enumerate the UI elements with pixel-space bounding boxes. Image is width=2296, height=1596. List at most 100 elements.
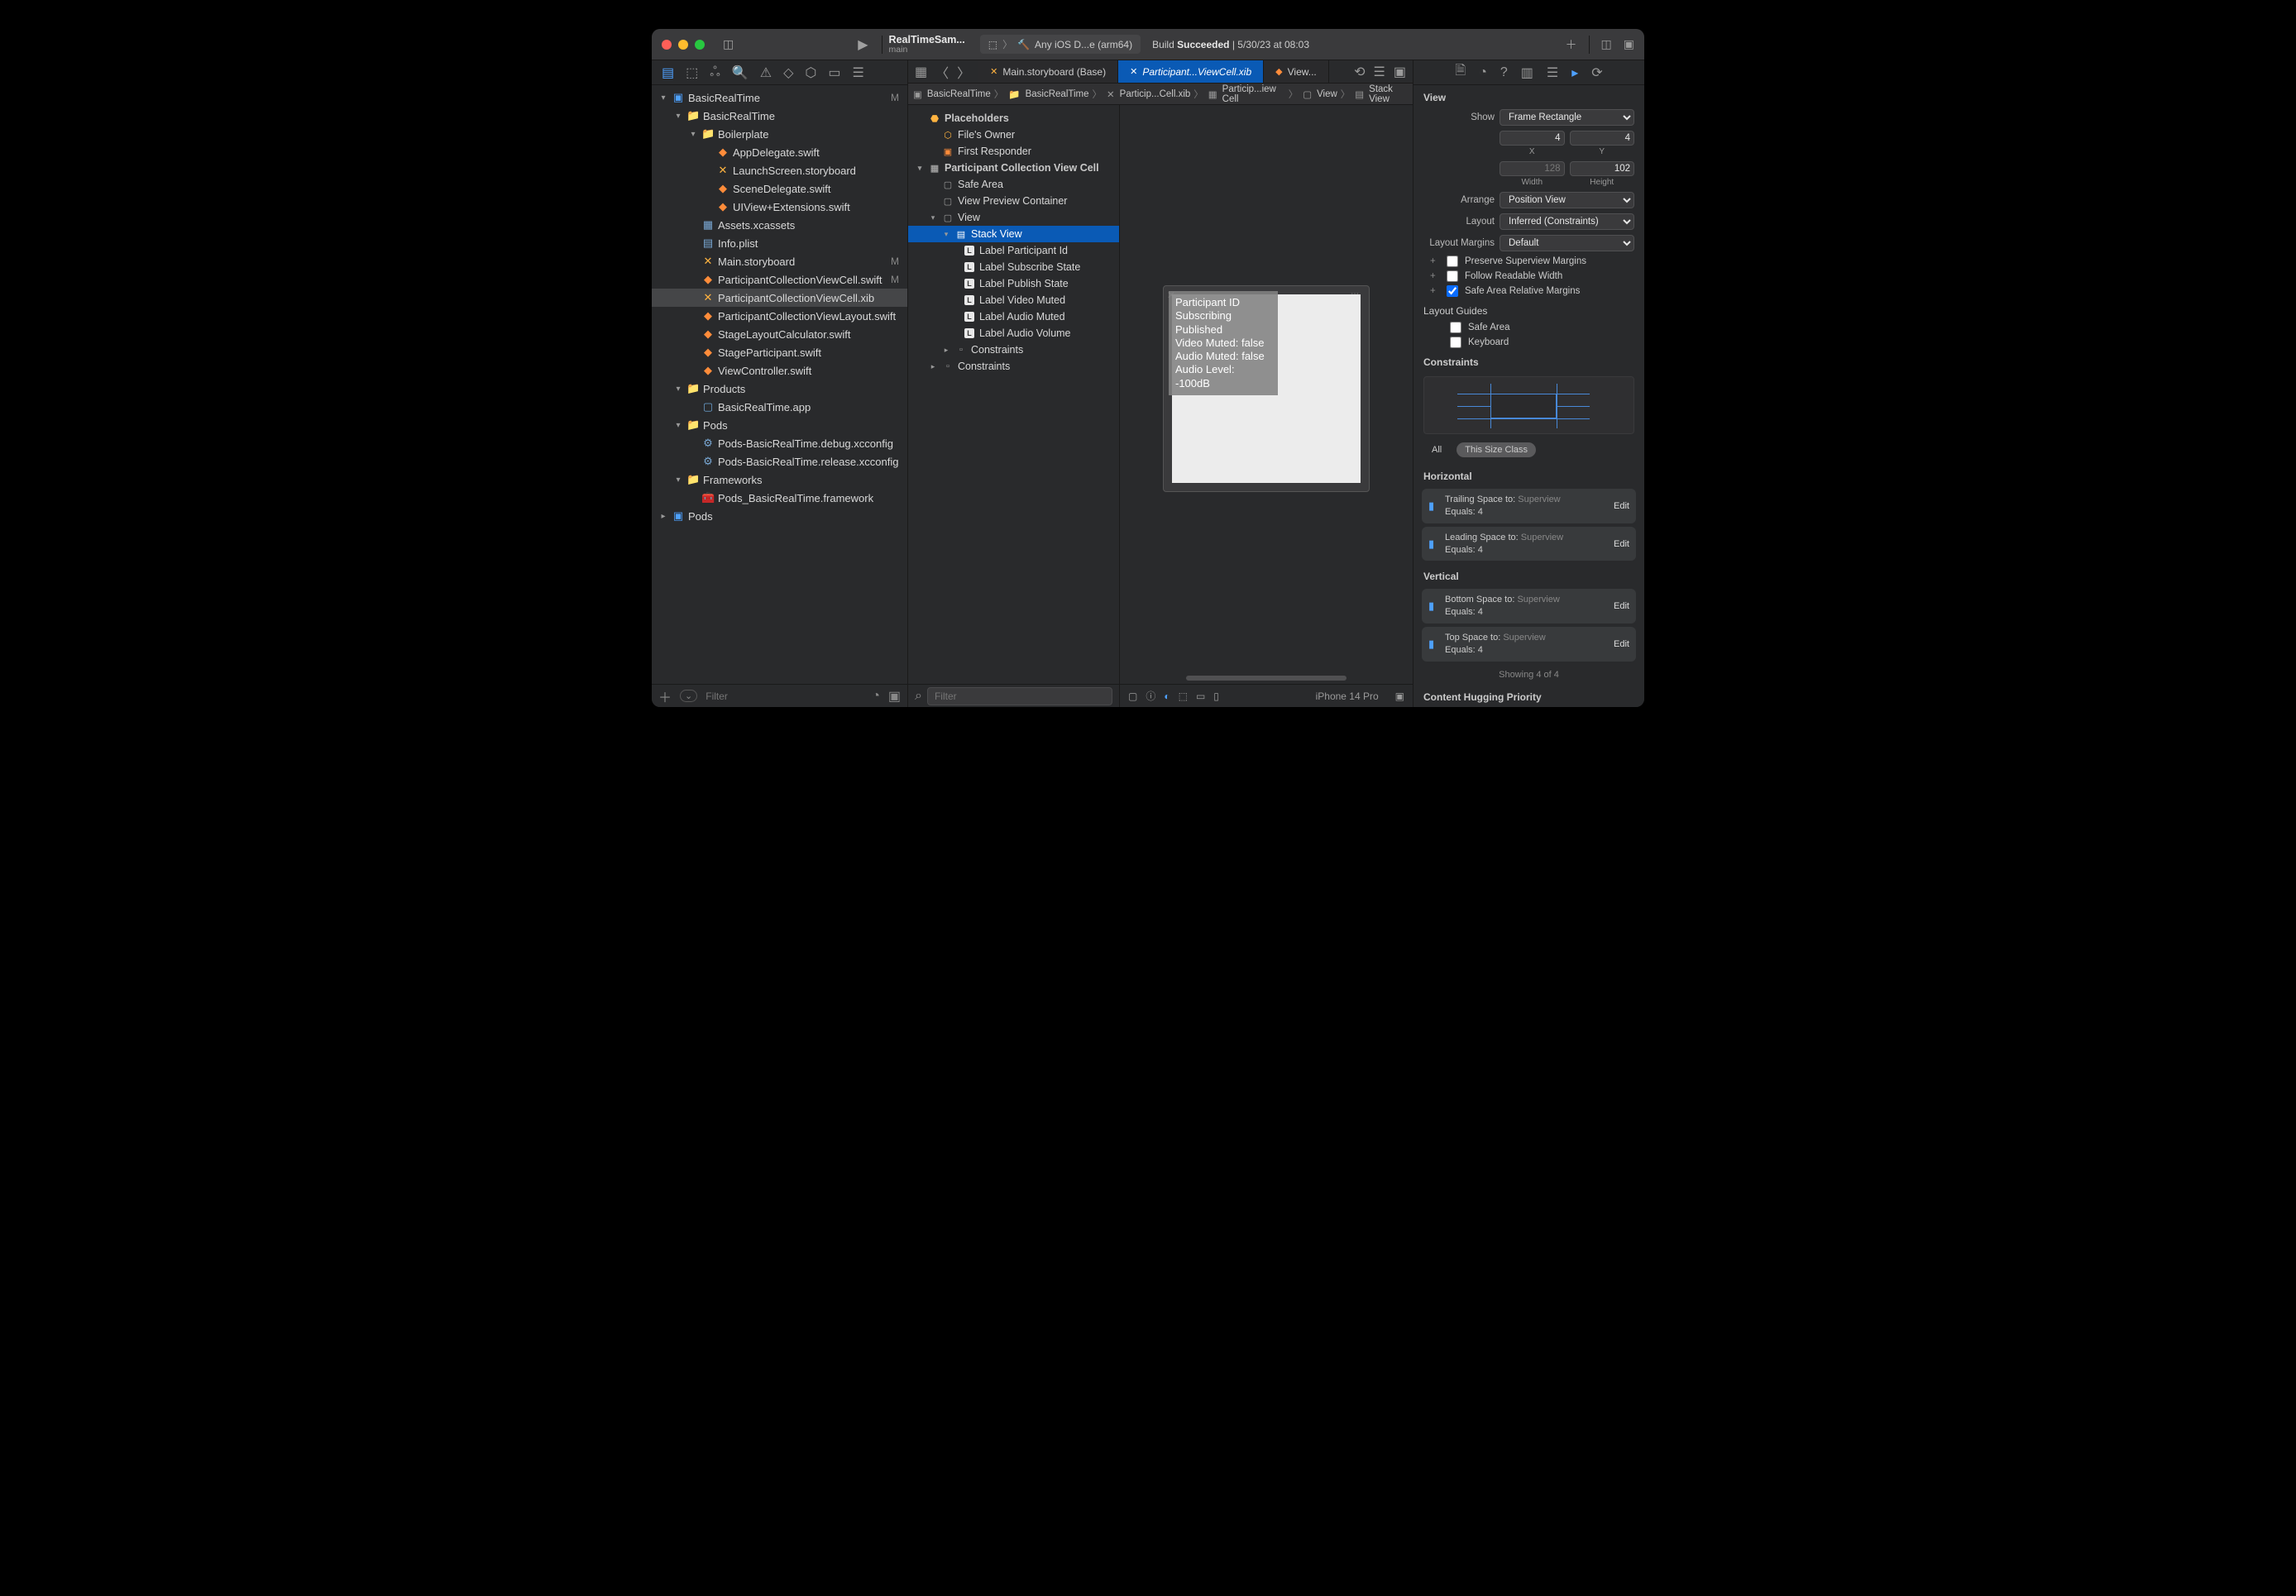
- navigator-filter-input[interactable]: [706, 690, 863, 702]
- x-input[interactable]: [1500, 131, 1565, 146]
- accessibility-icon[interactable]: ⬚: [1179, 690, 1188, 702]
- tree-row[interactable]: ◆StageParticipant.swift: [652, 343, 907, 361]
- tree-row[interactable]: ◆UIView+Extensions.swift: [652, 198, 907, 216]
- tree-row[interactable]: ▾📁Boilerplate: [652, 125, 907, 143]
- outline-row[interactable]: ▾▢View: [908, 209, 1119, 226]
- editor-tab[interactable]: ✕Main.storyboard (Base): [978, 60, 1118, 83]
- breakpoints-navigator-icon[interactable]: ▭: [828, 65, 840, 81]
- run-button[interactable]: ▶: [858, 36, 868, 53]
- outline-row[interactable]: ▢View Preview Container: [908, 193, 1119, 209]
- show-select[interactable]: Frame Rectangle: [1500, 109, 1634, 126]
- editor-tab[interactable]: ◆View...: [1264, 60, 1329, 83]
- tree-row[interactable]: ▤Info.plist: [652, 234, 907, 252]
- filter-all[interactable]: All: [1423, 442, 1450, 457]
- recent-files-icon[interactable]: ⟲: [1354, 64, 1365, 80]
- library-icon[interactable]: ◫: [1601, 37, 1612, 51]
- readable-width-checkbox[interactable]: [1447, 270, 1458, 282]
- outline-row[interactable]: LLabel Audio Muted: [908, 308, 1119, 325]
- outline-row[interactable]: ⬣Placeholders: [908, 110, 1119, 127]
- jump-segment[interactable]: View: [1317, 89, 1337, 99]
- tree-row[interactable]: ✕LaunchScreen.storyboard: [652, 161, 907, 179]
- minimize-icon[interactable]: [678, 40, 688, 50]
- tree-row[interactable]: ⚙Pods-BasicRealTime.release.xcconfig: [652, 452, 907, 471]
- scm-icon[interactable]: ▣: [888, 688, 901, 705]
- outline-row[interactable]: ▾▦Participant Collection View Cell: [908, 160, 1119, 176]
- add-icon[interactable]: ＋: [1566, 36, 1577, 53]
- arrange-select[interactable]: Position View: [1500, 192, 1634, 208]
- recent-icon[interactable]: ◔: [872, 689, 880, 704]
- tree-row[interactable]: ▢BasicRealTime.app: [652, 398, 907, 416]
- outline-row[interactable]: ▣First Responder: [908, 143, 1119, 160]
- debug-navigator-icon[interactable]: ⬡: [805, 65, 816, 81]
- edit-button[interactable]: Edit: [1614, 539, 1629, 549]
- outline-filter-input[interactable]: [927, 687, 1112, 705]
- edit-button[interactable]: Edit: [1614, 601, 1629, 611]
- edit-button[interactable]: Edit: [1614, 501, 1629, 511]
- orientation-icon[interactable]: ⓘ: [1146, 689, 1155, 703]
- cell-frame[interactable]: ✕ ⋯ Participant IDSubscribingPublishedVi…: [1163, 285, 1370, 492]
- help-inspector-icon[interactable]: ?: [1500, 65, 1508, 80]
- tree-row[interactable]: ▾📁Products: [652, 380, 907, 398]
- jump-segment[interactable]: BasicRealTime: [927, 89, 991, 99]
- margins-select[interactable]: Default: [1500, 235, 1634, 251]
- constraint-item[interactable]: ▮ Top Space to: SuperviewEquals: 4 Edit: [1422, 627, 1636, 662]
- outline-row[interactable]: LLabel Video Muted: [908, 292, 1119, 308]
- connections-inspector-icon[interactable]: ⟳: [1591, 65, 1602, 81]
- safe-area-margins-checkbox[interactable]: [1447, 285, 1458, 297]
- appearance-icon[interactable]: ◐: [1164, 690, 1170, 702]
- scheme-selector[interactable]: ⬚ 〉 🔨 Any iOS D...e (arm64): [980, 35, 1141, 54]
- find-navigator-icon[interactable]: 🔍: [732, 65, 749, 81]
- tree-row[interactable]: ▸▣Pods: [652, 507, 907, 525]
- jump-segment[interactable]: Stack View: [1369, 84, 1409, 104]
- jump-segment[interactable]: Particip...iew Cell: [1222, 84, 1285, 104]
- project-tree[interactable]: ▾▣BasicRealTimeM▾📁BasicRealTime▾📁Boilerp…: [652, 85, 907, 684]
- outline-row[interactable]: LLabel Subscribe State: [908, 259, 1119, 275]
- tree-row[interactable]: ◆StageLayoutCalculator.swift: [652, 325, 907, 343]
- outline-row[interactable]: ▢Safe Area: [908, 176, 1119, 193]
- identity-inspector-icon[interactable]: ▥: [1521, 65, 1533, 81]
- constraint-item[interactable]: ▮ Leading Space to: SuperviewEquals: 4 E…: [1422, 527, 1636, 561]
- tree-row[interactable]: ▾📁BasicRealTime: [652, 107, 907, 125]
- outline-row[interactable]: LLabel Publish State: [908, 275, 1119, 292]
- back-icon[interactable]: 〈: [935, 62, 949, 82]
- preserve-margins-checkbox[interactable]: [1447, 256, 1458, 267]
- size-inspector-icon[interactable]: ▸: [1571, 65, 1578, 81]
- outline-row[interactable]: ▾▤Stack View: [908, 226, 1119, 242]
- inspector-toggle-icon[interactable]: ▣: [1624, 37, 1634, 51]
- tree-row[interactable]: ◆ViewController.swift: [652, 361, 907, 380]
- horizontal-scrollbar[interactable]: [1186, 676, 1347, 681]
- edit-button[interactable]: Edit: [1614, 639, 1629, 649]
- layout-select[interactable]: Inferred (Constraints): [1500, 213, 1634, 230]
- ib-canvas[interactable]: ✕ ⋯ Participant IDSubscribingPublishedVi…: [1120, 105, 1413, 707]
- reports-navigator-icon[interactable]: ☰: [852, 65, 863, 81]
- zoom-icon[interactable]: ▣: [1395, 690, 1404, 702]
- device-icon[interactable]: ▭: [1196, 690, 1205, 702]
- tests-navigator-icon[interactable]: ◇: [783, 65, 793, 81]
- tree-row[interactable]: ✕Main.storyboardM: [652, 252, 907, 270]
- tree-row[interactable]: ▾▣BasicRealTimeM: [652, 88, 907, 107]
- zoom-icon[interactable]: [695, 40, 705, 50]
- constraints-visualization[interactable]: [1423, 376, 1634, 434]
- tree-row[interactable]: ▾📁Frameworks: [652, 471, 907, 489]
- forward-icon[interactable]: 〉: [957, 62, 970, 82]
- outline-row[interactable]: LLabel Audio Volume: [908, 325, 1119, 342]
- outline-tree[interactable]: ⬣Placeholders⬡File's Owner▣First Respond…: [908, 105, 1119, 684]
- keyboard-guide-checkbox[interactable]: [1450, 337, 1461, 348]
- source-control-icon[interactable]: ⬚: [686, 65, 698, 81]
- tree-row[interactable]: ◆SceneDelegate.swift: [652, 179, 907, 198]
- add-file-icon[interactable]: ＋: [658, 686, 672, 706]
- outline-row[interactable]: ⬡File's Owner: [908, 127, 1119, 143]
- constraint-item[interactable]: ▮ Bottom Space to: SuperviewEquals: 4 Ed…: [1422, 589, 1636, 624]
- editor-options-icon[interactable]: ☰: [1374, 64, 1385, 80]
- stack-view-overlay[interactable]: Participant IDSubscribingPublishedVideo …: [1169, 291, 1278, 395]
- outline-row[interactable]: ▸▫Constraints: [908, 342, 1119, 358]
- tree-row[interactable]: ◆ParticipantCollectionViewCell.swiftM: [652, 270, 907, 289]
- history-inspector-icon[interactable]: ◔: [1479, 65, 1487, 80]
- related-items-icon[interactable]: ▦: [915, 64, 927, 80]
- sidebar-toggle-icon[interactable]: ◫: [723, 37, 734, 51]
- jump-segment[interactable]: BasicRealTime: [1026, 89, 1089, 99]
- filter-scope-icon[interactable]: ⌄: [680, 690, 697, 702]
- device-icon-2[interactable]: ▯: [1213, 690, 1219, 702]
- tree-row[interactable]: ▦Assets.xcassets: [652, 216, 907, 234]
- height-input[interactable]: [1570, 161, 1635, 176]
